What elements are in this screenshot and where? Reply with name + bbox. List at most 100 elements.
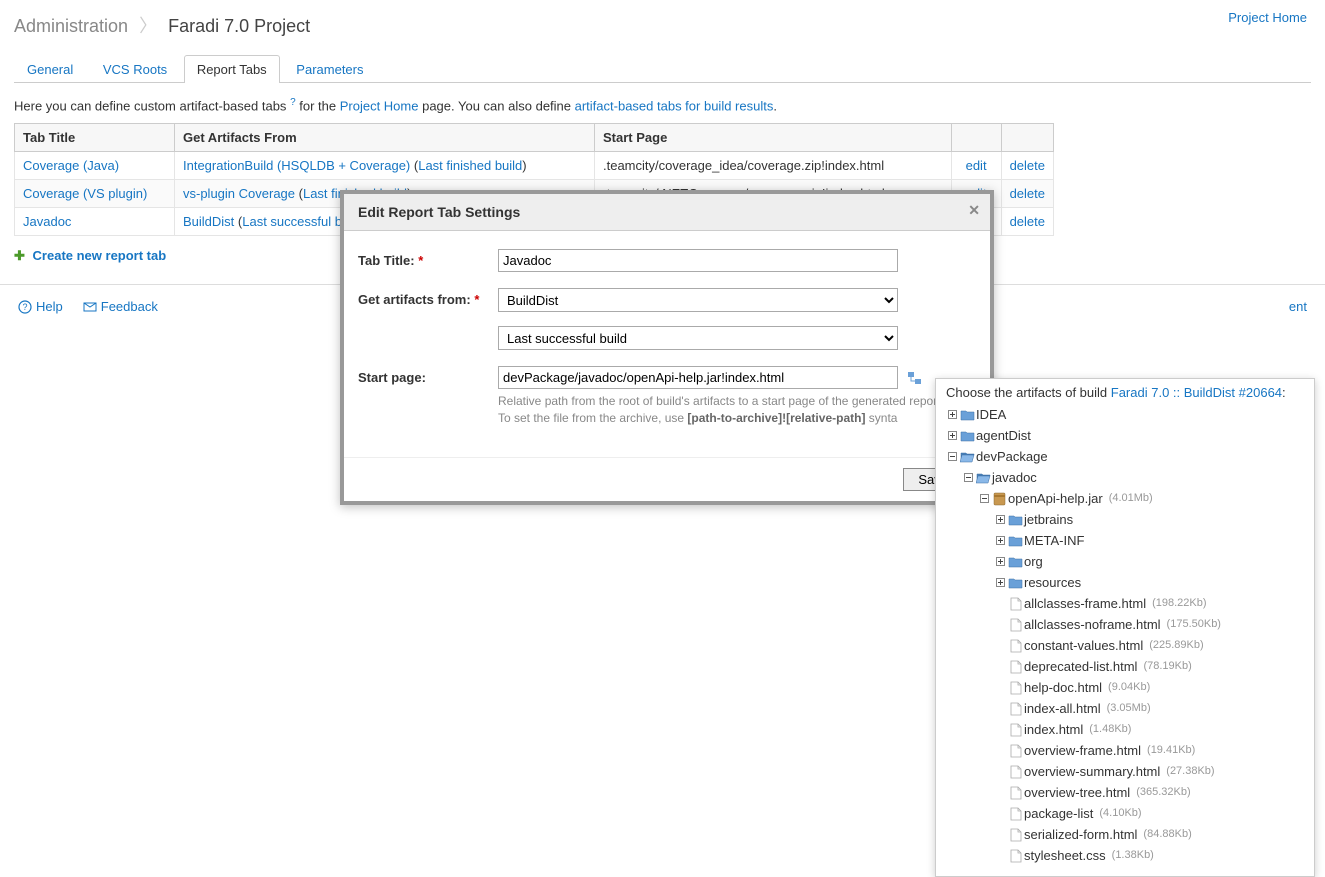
tree-label[interactable]: constant-values.html bbox=[1024, 636, 1143, 655]
tree-label[interactable]: allclasses-frame.html bbox=[1024, 594, 1146, 613]
tree-node[interactable]: overview-tree.html(365.32Kb) bbox=[946, 782, 1304, 803]
tree-node[interactable]: org bbox=[946, 551, 1304, 572]
tree-toggle-icon[interactable] bbox=[994, 573, 1006, 592]
tree-node[interactable]: jetbrains bbox=[946, 509, 1304, 530]
tree-size: (1.38Kb) bbox=[1112, 846, 1154, 865]
tree-size: (27.38Kb) bbox=[1166, 762, 1214, 781]
tab-vcs-roots[interactable]: VCS Roots bbox=[90, 55, 180, 83]
start-page-input[interactable] bbox=[498, 366, 898, 389]
tab-report-tabs[interactable]: Report Tabs bbox=[184, 55, 280, 83]
tree-toggle-icon[interactable] bbox=[962, 468, 974, 487]
tree-node[interactable]: package-list(4.10Kb) bbox=[946, 803, 1304, 824]
tree-node[interactable]: openApi-help.jar(4.01Mb) bbox=[946, 488, 1304, 509]
tree-node[interactable]: META-INF bbox=[946, 530, 1304, 551]
tree-label[interactable]: overview-tree.html bbox=[1024, 783, 1130, 802]
tree-label[interactable]: overview-frame.html bbox=[1024, 741, 1141, 760]
tree-toggle-icon[interactable] bbox=[994, 552, 1006, 571]
help-link[interactable]: Help bbox=[18, 299, 63, 314]
project-home-inline-link[interactable]: Project Home bbox=[340, 98, 419, 113]
tree-label[interactable]: help-doc.html bbox=[1024, 678, 1102, 697]
tree-label[interactable]: allclasses-noframe.html bbox=[1024, 615, 1161, 634]
tree-node[interactable]: stylesheet.css (1.38Kb) bbox=[946, 845, 1304, 866]
tree-toggle-icon[interactable] bbox=[946, 447, 958, 466]
tree-node[interactable]: agentDist bbox=[946, 425, 1304, 446]
tree-label[interactable]: IDEA bbox=[976, 405, 1006, 424]
build-select[interactable]: BuildDist bbox=[498, 288, 898, 312]
tree-size: (1.48Kb) bbox=[1089, 720, 1131, 739]
tree-node[interactable]: index-all.html(3.05Mb) bbox=[946, 698, 1304, 719]
tree-node[interactable]: devPackage bbox=[946, 446, 1304, 467]
folder-open-icon bbox=[960, 450, 976, 464]
file-icon bbox=[1008, 723, 1024, 737]
tree-node[interactable]: allclasses-frame.html(198.22Kb) bbox=[946, 593, 1304, 614]
delete-link[interactable]: delete bbox=[1010, 214, 1045, 229]
tree-label[interactable]: deprecated-list.html bbox=[1024, 657, 1137, 676]
tab-parameters[interactable]: Parameters bbox=[283, 55, 376, 83]
tree-label[interactable]: stylesheet.css bbox=[1024, 846, 1106, 865]
tree-size: (84.88Kb) bbox=[1143, 825, 1191, 844]
footer-right-link[interactable]: ent bbox=[1289, 299, 1307, 314]
row-build-link[interactable]: IntegrationBuild (HSQLDB + Coverage) bbox=[183, 158, 410, 173]
tree-label[interactable]: serialized-form.html bbox=[1024, 825, 1137, 844]
build-rule-select[interactable]: Last successful build bbox=[498, 326, 898, 350]
breadcrumb-admin[interactable]: Administration bbox=[14, 16, 128, 36]
tree-node[interactable]: javadoc bbox=[946, 467, 1304, 488]
delete-link[interactable]: delete bbox=[1010, 186, 1045, 201]
create-new-link[interactable]: Create new report tab bbox=[33, 248, 167, 263]
tree-node[interactable]: overview-summary.html (27.38Kb) bbox=[946, 761, 1304, 782]
artifact-picker-icon[interactable] bbox=[908, 371, 922, 387]
file-icon bbox=[1008, 639, 1024, 653]
row-title-link[interactable]: Coverage (Java) bbox=[23, 158, 119, 173]
tree-node[interactable]: index.html (1.48Kb) bbox=[946, 719, 1304, 740]
tree-label[interactable]: overview-summary.html bbox=[1024, 762, 1160, 781]
feedback-link[interactable]: Feedback bbox=[83, 299, 158, 314]
row-build-link[interactable]: vs-plugin Coverage bbox=[183, 186, 295, 201]
tree-label[interactable]: devPackage bbox=[976, 447, 1048, 466]
row-rule-link[interactable]: Last finished build bbox=[418, 158, 522, 173]
artifact-tabs-link[interactable]: artifact-based tabs for build results bbox=[575, 98, 774, 113]
folder-open-icon bbox=[976, 471, 992, 485]
edit-link[interactable]: edit bbox=[966, 158, 987, 173]
tree-node[interactable]: overview-frame.html(19.41Kb) bbox=[946, 740, 1304, 761]
tree-label[interactable]: index-all.html bbox=[1024, 699, 1101, 718]
row-rule-link[interactable]: Last successful bui bbox=[242, 214, 352, 229]
help-icon[interactable]: ? bbox=[290, 97, 296, 108]
tree-label[interactable]: agentDist bbox=[976, 426, 1031, 445]
tree-node[interactable]: serialized-form.html (84.88Kb) bbox=[946, 824, 1304, 845]
tree-node[interactable]: deprecated-list.html(78.19Kb) bbox=[946, 656, 1304, 677]
tree-label[interactable]: resources bbox=[1024, 573, 1081, 592]
tree-toggle-icon[interactable] bbox=[978, 489, 990, 508]
plus-icon: ✚ bbox=[14, 248, 25, 263]
tree-label[interactable]: openApi-help.jar bbox=[1008, 489, 1103, 508]
tree-label[interactable]: javadoc bbox=[992, 468, 1037, 487]
close-icon[interactable]: ✕ bbox=[968, 202, 980, 219]
tree-node[interactable]: allclasses-noframe.html(175.50Kb) bbox=[946, 614, 1304, 635]
tree-toggle-icon[interactable] bbox=[994, 531, 1006, 550]
tab-general[interactable]: General bbox=[14, 55, 86, 83]
delete-link[interactable]: delete bbox=[1010, 158, 1045, 173]
tree-label[interactable]: META-INF bbox=[1024, 531, 1084, 550]
tree-node[interactable]: IDEA bbox=[946, 404, 1304, 425]
tree-label[interactable]: org bbox=[1024, 552, 1043, 571]
tree-toggle-icon[interactable] bbox=[994, 510, 1006, 529]
project-tabs: General VCS Roots Report Tabs Parameters bbox=[14, 54, 1311, 83]
tree-label[interactable]: index.html bbox=[1024, 720, 1083, 739]
folder-icon bbox=[1008, 513, 1024, 527]
dialog-title: Edit Report Tab Settings ✕ bbox=[344, 194, 990, 231]
tree-node[interactable]: constant-values.html(225.89Kb) bbox=[946, 635, 1304, 656]
tab-title-input[interactable] bbox=[498, 249, 898, 272]
tree-toggle-icon[interactable] bbox=[946, 405, 958, 424]
tree-node[interactable]: resources bbox=[946, 572, 1304, 593]
popup-title: Choose the artifacts of build Faradi 7.0… bbox=[946, 385, 1304, 400]
folder-icon bbox=[1008, 555, 1024, 569]
row-build-link[interactable]: BuildDist bbox=[183, 214, 234, 229]
tree-label[interactable]: jetbrains bbox=[1024, 510, 1073, 529]
tree-label[interactable]: package-list bbox=[1024, 804, 1093, 823]
row-title-link[interactable]: Coverage (VS plugin) bbox=[23, 186, 147, 201]
build-link[interactable]: Faradi 7.0 :: BuildDist #20664 bbox=[1111, 385, 1282, 400]
tree-node[interactable]: help-doc.html(9.04Kb) bbox=[946, 677, 1304, 698]
file-icon bbox=[1008, 807, 1024, 821]
tree-toggle-icon[interactable] bbox=[946, 426, 958, 445]
row-title-link[interactable]: Javadoc bbox=[23, 214, 71, 229]
project-home-link[interactable]: Project Home bbox=[1228, 10, 1307, 25]
